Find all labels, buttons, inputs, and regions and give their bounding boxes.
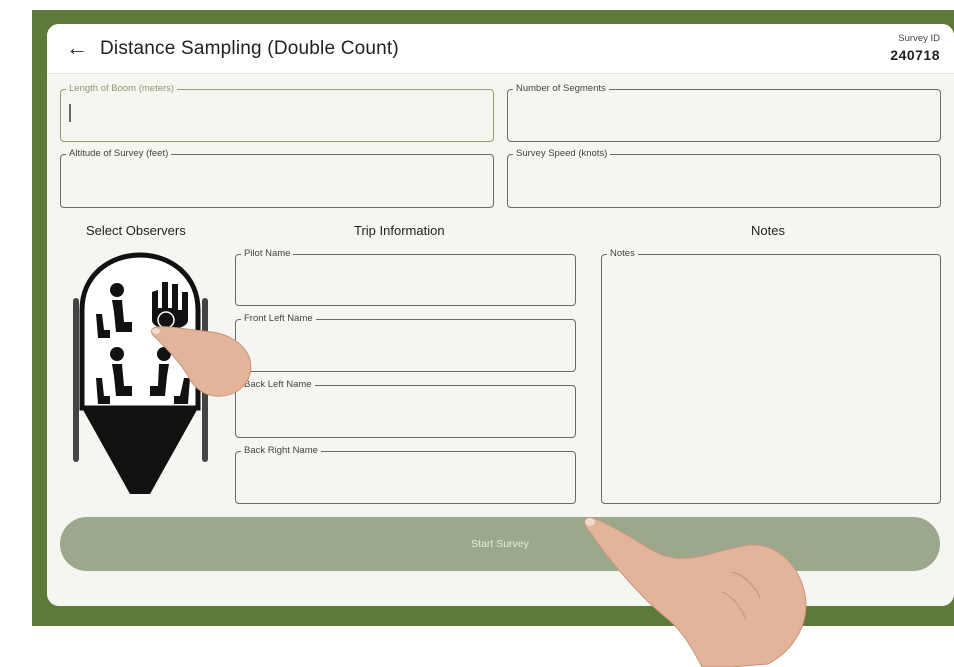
front-left-name-field[interactable]: Front Left Name bbox=[235, 313, 576, 372]
length-of-boom-label: Length of Boom (meters) bbox=[66, 83, 178, 95]
pointing-hand-icon-2 bbox=[584, 517, 807, 667]
notes-field[interactable]: Notes bbox=[601, 248, 941, 504]
fuselage-tail bbox=[82, 408, 198, 494]
survey-speed-label: Survey Speed (knots) bbox=[513, 148, 611, 160]
survey-speed-field[interactable]: Survey Speed (knots) bbox=[507, 148, 941, 208]
altitude-field[interactable]: Altitude of Survey (feet) bbox=[60, 148, 494, 208]
select-observers-heading: Select Observers bbox=[86, 223, 186, 238]
number-of-segments-field[interactable]: Number of Segments bbox=[507, 83, 941, 142]
survey-id-value: 240718 bbox=[890, 47, 940, 63]
page-title: Distance Sampling (Double Count) bbox=[100, 38, 399, 59]
survey-id-label: Survey ID bbox=[898, 33, 940, 44]
back-right-name-label: Back Right Name bbox=[241, 445, 321, 457]
pilot-name-field[interactable]: Pilot Name bbox=[235, 248, 576, 306]
pilot-name-label: Pilot Name bbox=[241, 248, 294, 260]
back-arrow-icon[interactable]: ← bbox=[66, 35, 88, 61]
altitude-label: Altitude of Survey (feet) bbox=[66, 148, 172, 160]
wing-left-bar bbox=[73, 298, 79, 462]
number-of-segments-label: Number of Segments bbox=[513, 83, 609, 95]
length-of-boom-field[interactable]: Length of Boom (meters) bbox=[60, 83, 494, 142]
text-caret bbox=[69, 104, 71, 122]
back-left-name-field[interactable]: Back Left Name bbox=[235, 379, 576, 438]
notes-label: Notes bbox=[607, 248, 638, 260]
pointing-hand-icon bbox=[151, 326, 252, 397]
back-right-name-field[interactable]: Back Right Name bbox=[235, 445, 576, 504]
trip-information-heading: Trip Information bbox=[354, 223, 445, 238]
notes-heading: Notes bbox=[751, 223, 785, 238]
